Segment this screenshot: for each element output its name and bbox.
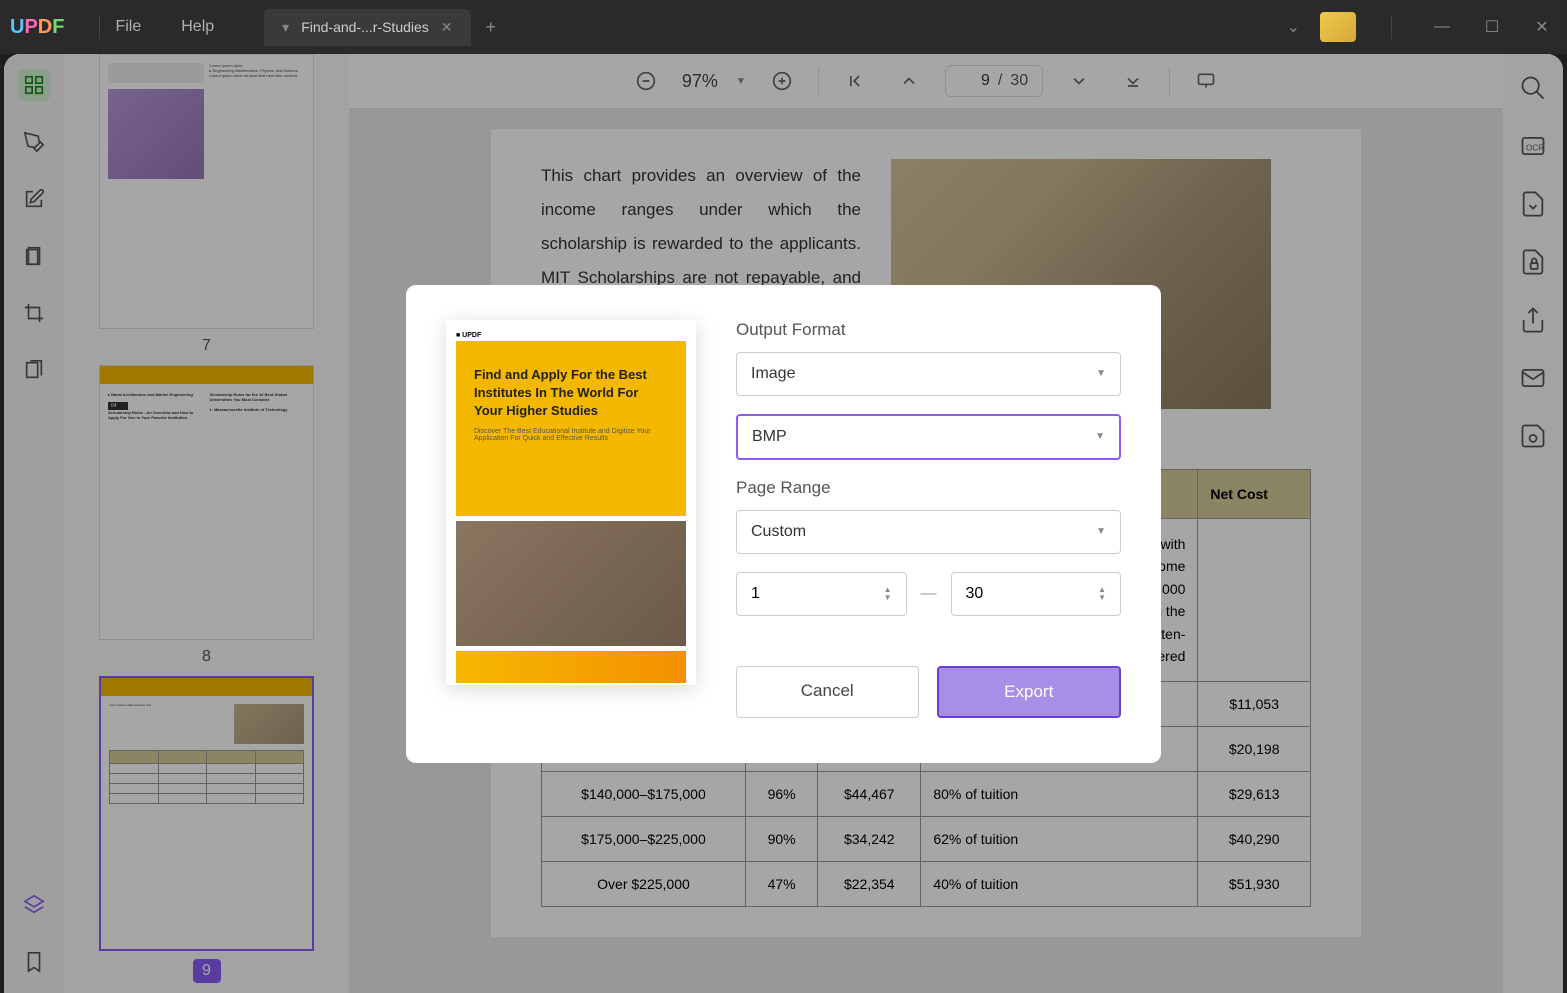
minimize-button[interactable]: — bbox=[1427, 18, 1457, 36]
dropdown-icon: ▼ bbox=[1096, 368, 1106, 379]
page-range-label: Page Range bbox=[736, 478, 1121, 498]
tab-close-icon[interactable]: ✕ bbox=[441, 19, 453, 36]
menu-file[interactable]: File bbox=[115, 18, 141, 36]
page-range-select[interactable]: Custom ▼ bbox=[736, 510, 1121, 554]
close-button[interactable]: ✕ bbox=[1527, 17, 1557, 37]
tab-title: Find-and-...r-Studies bbox=[301, 19, 429, 35]
image-format-select[interactable]: BMP ▼ bbox=[736, 414, 1121, 460]
document-tab[interactable]: ▾ Find-and-...r-Studies ✕ bbox=[264, 9, 470, 46]
output-format-label: Output Format bbox=[736, 320, 1121, 340]
spinner-icon[interactable]: ▲▼ bbox=[884, 586, 892, 602]
app-logo: UPDF bbox=[10, 16, 64, 39]
cancel-button[interactable]: Cancel bbox=[736, 666, 919, 718]
premium-badge[interactable] bbox=[1320, 12, 1356, 42]
output-format-select[interactable]: Image ▼ bbox=[736, 352, 1121, 396]
export-preview: ■ UPDF Find and Apply For the Best Insti… bbox=[446, 320, 696, 685]
export-modal: ■ UPDF Find and Apply For the Best Insti… bbox=[406, 285, 1161, 763]
chevron-down-icon[interactable]: ⌄ bbox=[1287, 17, 1300, 37]
export-button[interactable]: Export bbox=[937, 666, 1122, 718]
new-tab-button[interactable]: + bbox=[486, 17, 497, 38]
modal-overlay: ■ UPDF Find and Apply For the Best Insti… bbox=[4, 54, 1563, 993]
dropdown-icon: ▼ bbox=[1095, 431, 1105, 442]
divider bbox=[99, 15, 100, 39]
range-dash: — bbox=[921, 585, 937, 603]
preview-title: Find and Apply For the Best Institutes I… bbox=[474, 366, 668, 421]
spinner-icon[interactable]: ▲▼ bbox=[1098, 586, 1106, 602]
tab-dropdown-icon[interactable]: ▾ bbox=[282, 19, 289, 36]
titlebar: UPDF File Help ▾ Find-and-...r-Studies ✕… bbox=[0, 0, 1567, 54]
preview-subtitle: Discover The Best Educational Institute … bbox=[474, 428, 668, 442]
divider bbox=[1391, 15, 1392, 39]
range-to-input[interactable]: 30 ▲▼ bbox=[951, 572, 1122, 616]
range-from-input[interactable]: 1 ▲▼ bbox=[736, 572, 907, 616]
maximize-button[interactable]: ☐ bbox=[1477, 17, 1507, 37]
dropdown-icon: ▼ bbox=[1096, 526, 1106, 537]
menu-help[interactable]: Help bbox=[181, 18, 214, 36]
